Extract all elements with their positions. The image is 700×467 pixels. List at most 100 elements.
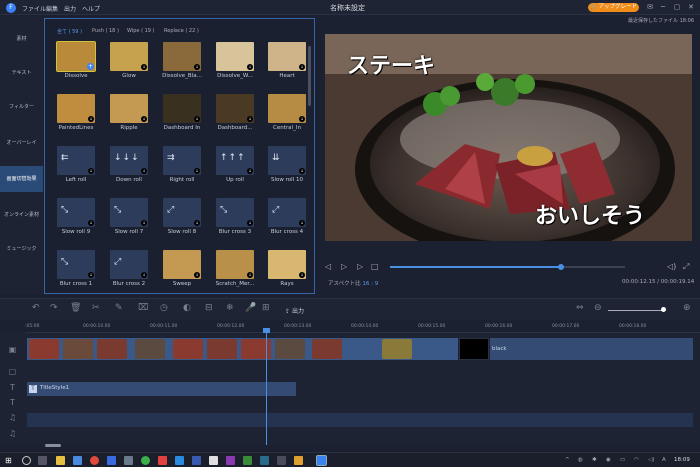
menu-export[interactable]: 出力 [64, 4, 76, 13]
download-icon[interactable]: ↓ [88, 116, 94, 122]
delete-icon[interactable]: 🗑 [70, 303, 81, 313]
wifi-icon[interactable]: ◠ [634, 457, 639, 463]
menu-help[interactable]: ヘルプ [82, 4, 100, 13]
taskbar-app-icon[interactable] [243, 456, 252, 465]
download-icon[interactable]: ↓ [247, 64, 253, 70]
tray-icon[interactable]: ◉ [606, 457, 611, 463]
audio-clip[interactable] [27, 413, 693, 427]
download-icon[interactable]: ↓ [141, 220, 147, 226]
tab-push[interactable]: Push ( 18 ) [92, 28, 119, 34]
zoom-out-icon[interactable]: ⊖ [594, 303, 602, 313]
progress-handle[interactable] [558, 264, 564, 270]
tray-chevron-icon[interactable]: ^ [565, 457, 570, 463]
download-icon[interactable]: ↓ [247, 168, 253, 174]
taskbar-app-icon[interactable] [192, 456, 201, 465]
edge-icon[interactable] [107, 456, 116, 465]
sidebar-item-online[interactable]: オンライン素材 [0, 202, 43, 228]
cut-icon[interactable]: ✂ [92, 303, 100, 313]
ime-indicator[interactable]: A [662, 457, 666, 463]
close-icon[interactable]: ✕ [686, 3, 696, 11]
sidebar-item-text[interactable]: テキスト [0, 60, 43, 86]
download-icon[interactable]: ↓ [247, 272, 253, 278]
download-icon[interactable]: ↓ [194, 64, 200, 70]
prev-frame-icon[interactable]: ◁ [325, 262, 331, 271]
tab-replace[interactable]: Replace ( 22 ) [164, 28, 199, 34]
redo-icon[interactable]: ↷ [50, 303, 58, 313]
line-icon[interactable] [141, 456, 150, 465]
taskbar-app-icon[interactable] [294, 456, 303, 465]
tab-all[interactable]: 全て ( 59 ) [57, 28, 82, 35]
task-view-icon[interactable] [38, 456, 47, 465]
taskbar-app-icon[interactable] [277, 456, 286, 465]
volume-icon[interactable]: ◁) [667, 262, 676, 271]
maximize-icon[interactable]: ▢ [672, 3, 682, 11]
taskbar-app-icon[interactable] [158, 456, 167, 465]
zoom-handle[interactable] [661, 307, 666, 312]
library-scrollbar[interactable] [308, 46, 311, 106]
download-icon[interactable]: ↓ [247, 220, 253, 226]
speed-icon[interactable]: ◷ [160, 303, 168, 313]
taskbar-app-icon[interactable] [209, 456, 218, 465]
download-icon[interactable]: ↓ [299, 64, 305, 70]
stop-icon[interactable]: □ [371, 262, 379, 271]
download-icon[interactable]: ↓ [299, 272, 305, 278]
adjust-icon[interactable]: ◐ [183, 303, 191, 313]
undo-icon[interactable]: ↶ [32, 303, 40, 313]
tab-wipe[interactable]: Wipe ( 19 ) [127, 28, 155, 34]
download-icon[interactable]: ↓ [88, 220, 94, 226]
download-icon[interactable]: ↓ [88, 168, 94, 174]
fullscreen-icon[interactable]: ⤢ [683, 262, 689, 272]
black-clip[interactable] [459, 338, 489, 360]
filmora-taskbar-icon[interactable] [316, 455, 327, 466]
download-icon[interactable]: ↓ [299, 116, 305, 122]
freeze-icon[interactable]: ❄ [226, 303, 234, 313]
menu-edit[interactable]: 編集 [46, 4, 58, 13]
download-icon[interactable]: ↓ [194, 116, 200, 122]
sidebar-item-overlay[interactable]: オーバーレイ [0, 130, 43, 156]
download-icon[interactable]: ↓ [141, 168, 147, 174]
sidebar-item-transition[interactable]: 画面切替効果 [0, 166, 43, 192]
taskbar-app-icon[interactable] [175, 456, 184, 465]
notification-icon[interactable]: ✉ [645, 3, 655, 11]
split-icon[interactable]: ⊟ [205, 303, 213, 313]
zoom-slider[interactable] [608, 310, 663, 311]
crop-icon[interactable]: ⌧ [138, 303, 148, 313]
playhead[interactable] [266, 330, 267, 445]
timeline-scrollbar[interactable] [45, 444, 61, 447]
windows-start-icon[interactable]: ⊞ [5, 456, 14, 465]
download-icon[interactable]: ↓ [88, 272, 94, 278]
menu-file[interactable]: ファイル [22, 4, 46, 13]
taskbar-app-icon[interactable] [73, 456, 82, 465]
network-icon[interactable]: ▭ [620, 457, 625, 463]
download-icon[interactable]: ↓ [299, 220, 305, 226]
playback-progress[interactable] [390, 264, 625, 270]
mosaic-icon[interactable]: ⊞ [262, 303, 270, 313]
fit-icon[interactable]: ⇔ [576, 303, 584, 313]
search-icon[interactable] [22, 456, 31, 465]
tray-icon[interactable]: ◍ [578, 457, 583, 463]
title-clip[interactable]: T TitleStyle1 [27, 382, 296, 396]
download-icon[interactable]: ↓ [194, 220, 200, 226]
download-icon[interactable]: ↓ [141, 64, 147, 70]
edit-icon[interactable]: ✎ [115, 303, 123, 313]
upgrade-button[interactable]: 🛒 アップグレード [588, 3, 639, 12]
export-button[interactable]: ⇪ 出力 [285, 306, 304, 315]
taskbar-app-icon[interactable] [124, 456, 133, 465]
taskbar-app-icon[interactable] [226, 456, 235, 465]
black-clip-track[interactable]: black [490, 338, 693, 360]
zoom-in-icon[interactable]: ⊕ [683, 303, 691, 313]
chrome-icon[interactable] [90, 456, 99, 465]
sidebar-item-filter[interactable]: フィルター [0, 94, 43, 120]
download-icon[interactable]: ↓ [299, 168, 305, 174]
download-icon[interactable]: ↓ [194, 168, 200, 174]
play-icon[interactable]: ▷ [341, 262, 347, 271]
sidebar-item-media[interactable]: 素材 [0, 26, 43, 52]
timeline-ruler[interactable]: :05:00 00:00:10.00 00:00:11.00 00:00:12.… [25, 320, 700, 333]
sidebar-item-music[interactable]: ミュージック [0, 236, 43, 262]
download-icon[interactable]: ↓ [247, 116, 253, 122]
video-clip[interactable] [27, 338, 458, 360]
download-icon[interactable]: ↓ [141, 116, 147, 122]
volume-tray-icon[interactable]: ◁) [648, 457, 654, 463]
download-icon[interactable]: ↓ [194, 272, 200, 278]
next-frame-icon[interactable]: ▷ [357, 262, 363, 271]
